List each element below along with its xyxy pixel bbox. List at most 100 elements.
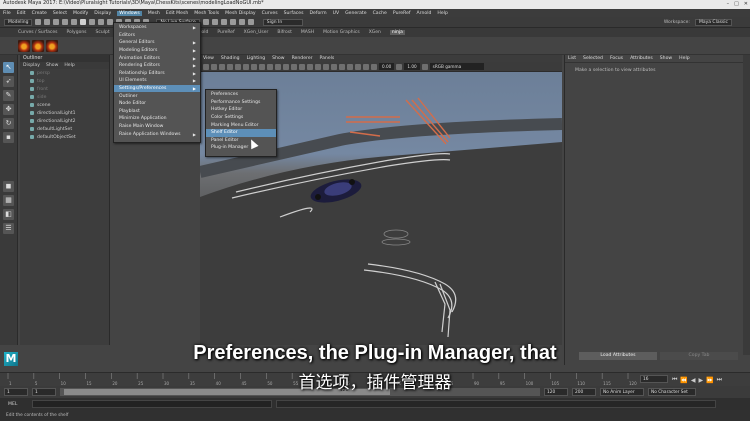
- xray-joints-icon[interactable]: [363, 63, 369, 70]
- shelf-tab-pureref[interactable]: PureRef: [217, 30, 234, 35]
- viewport-menu-lighting[interactable]: Lighting: [247, 56, 266, 61]
- menu-mesh-display[interactable]: Mesh Display: [225, 11, 256, 16]
- attribute-menu-list[interactable]: List: [568, 56, 576, 61]
- shelf-fire-icon-1[interactable]: [18, 39, 30, 52]
- scale-tool-icon[interactable]: ▪: [3, 132, 14, 143]
- menu-deform[interactable]: Deform: [310, 11, 327, 16]
- grid-icon[interactable]: [235, 63, 241, 70]
- mel-input[interactable]: [32, 400, 272, 408]
- windows-menu-item-raise-main-window[interactable]: Raise Main Window: [114, 123, 200, 131]
- menu-uv[interactable]: UV: [333, 11, 340, 16]
- shelf-tab-xgen-user[interactable]: XGen_User: [244, 30, 269, 35]
- image-plane-icon[interactable]: [227, 63, 233, 70]
- attribute-menu-help[interactable]: Help: [679, 56, 689, 61]
- outliner-item-defaultlightset[interactable]: defaultLightSet: [20, 125, 109, 133]
- open-scene-icon[interactable]: [44, 19, 51, 25]
- shelf-tab-ninja[interactable]: ninja: [389, 30, 405, 35]
- outliner-item-directionallight2[interactable]: directionalLight2: [20, 117, 109, 125]
- menu-cache[interactable]: Cache: [373, 11, 387, 16]
- menu-create[interactable]: Create: [32, 11, 47, 16]
- outliner-item-scene[interactable]: scene: [20, 101, 109, 109]
- outliner-item-persp[interactable]: persp: [20, 69, 109, 77]
- exposure-field[interactable]: 0.00: [379, 63, 395, 70]
- menu-arnold[interactable]: Arnold: [417, 11, 432, 16]
- field-chart-icon[interactable]: [267, 63, 273, 70]
- lights-icon[interactable]: [307, 63, 313, 70]
- outliner-menu-help[interactable]: Help: [64, 63, 74, 68]
- outliner-item-top[interactable]: top: [20, 77, 109, 85]
- resolution-gate-icon[interactable]: [251, 63, 257, 70]
- color-management-icon[interactable]: [421, 63, 428, 70]
- windows-menu-item-settings-preferences[interactable]: Settings/Preferences ▶: [114, 84, 200, 93]
- ambient-occlusion-icon[interactable]: [323, 63, 329, 70]
- shelf-fire-icon-2[interactable]: [32, 39, 44, 52]
- settings-menu-item-hotkey-editor[interactable]: Hotkey Editor: [206, 106, 276, 114]
- render-current-icon[interactable]: [202, 19, 209, 25]
- shelf-tab-mash[interactable]: MASH: [301, 30, 314, 35]
- shelf-tab-curves-surfaces[interactable]: Curves / Surfaces: [18, 30, 58, 35]
- move-tool-icon[interactable]: ✥: [3, 104, 14, 115]
- side-tabs-strip[interactable]: [743, 55, 750, 355]
- lasso-tool-icon[interactable]: ➶: [3, 76, 14, 87]
- two-view-icon[interactable]: ◧: [3, 209, 14, 220]
- windows-menu-item-general-editors[interactable]: General Editors ▶: [114, 39, 200, 47]
- isolate-select-icon[interactable]: [347, 63, 353, 70]
- undo-icon[interactable]: [62, 19, 69, 25]
- settings-menu-item-color-settings[interactable]: Color Settings: [206, 114, 276, 122]
- menu-edit-mesh[interactable]: Edit Mesh: [166, 11, 188, 16]
- select-tool-icon[interactable]: ↖: [3, 62, 14, 73]
- menu-windows[interactable]: Windows: [117, 10, 142, 16]
- outliner-item-directionallight1[interactable]: directionalLight1: [20, 109, 109, 117]
- viewport-menu-panels[interactable]: Panels: [320, 56, 335, 61]
- camera-icon[interactable]: [203, 63, 209, 70]
- windows-menu-item-editors[interactable]: Editors: [114, 32, 200, 40]
- windows-menu-item-ui-elements[interactable]: UI Elements ▶: [114, 77, 200, 85]
- windows-menu-item-relationship-editors[interactable]: Relationship Editors ▶: [114, 70, 200, 78]
- menu-mesh[interactable]: Mesh: [148, 11, 160, 16]
- menu-display[interactable]: Display: [94, 11, 111, 16]
- shelf-tab-motion-graphics[interactable]: Motion Graphics: [323, 30, 360, 35]
- textured-icon[interactable]: [299, 63, 305, 70]
- viewport-menu-view[interactable]: View: [203, 56, 214, 61]
- gamma-icon[interactable]: [396, 63, 403, 70]
- mode-dropdown[interactable]: Modeling: [4, 18, 33, 26]
- bookmark-icon[interactable]: [219, 63, 225, 70]
- viewport-menu-renderer[interactable]: Renderer: [292, 56, 313, 61]
- motion-blur-icon[interactable]: [331, 63, 337, 70]
- windows-menu-item-playblast[interactable]: Playblast: [114, 108, 200, 116]
- render-view-icon[interactable]: [238, 19, 245, 25]
- xray-icon[interactable]: [355, 63, 361, 70]
- shelf-tab-xgen[interactable]: XGen: [369, 30, 381, 35]
- single-view-icon[interactable]: ◼: [3, 181, 14, 192]
- close-icon[interactable]: ✕: [744, 1, 748, 7]
- minimize-icon[interactable]: –: [727, 1, 730, 7]
- redo-icon[interactable]: [71, 19, 78, 25]
- smooth-shade-icon[interactable]: [291, 63, 297, 70]
- menu-file[interactable]: File: [3, 11, 11, 16]
- attribute-menu-attributes[interactable]: Attributes: [630, 56, 653, 61]
- wireframe-icon[interactable]: [283, 63, 289, 70]
- gate-mask-icon[interactable]: [259, 63, 265, 70]
- windows-menu-item-minimize-application[interactable]: Minimize Application: [114, 115, 200, 123]
- outliner-menu-show[interactable]: Show: [46, 63, 58, 68]
- settings-menu-item-plug-in-manager[interactable]: Plug-in Manager: [206, 144, 276, 152]
- ipr-render-icon[interactable]: [211, 19, 218, 25]
- windows-menu-item-raise-application-windows[interactable]: Raise Application Windows ▶: [114, 130, 200, 138]
- select-object-icon[interactable]: [89, 19, 96, 25]
- paint-select-icon[interactable]: ✎: [3, 90, 14, 101]
- windows-menu-item-node-editor[interactable]: Node Editor: [114, 100, 200, 108]
- shelf-fire-icon-3[interactable]: [46, 39, 58, 52]
- workspace-dropdown[interactable]: Maya Classic: [694, 18, 732, 26]
- maximize-icon[interactable]: □: [734, 1, 739, 7]
- settings-menu-item-marking-menu-editor[interactable]: Marking Menu Editor: [206, 121, 276, 129]
- render-settings-icon[interactable]: [220, 19, 227, 25]
- outliner-item-front[interactable]: front: [20, 85, 109, 93]
- shelf-tab-sculpt[interactable]: Sculpt: [96, 30, 110, 35]
- viewport-menu-show[interactable]: Show: [272, 56, 284, 61]
- viewport-menu-shading[interactable]: Shading: [221, 56, 240, 61]
- menu-modify[interactable]: Modify: [73, 11, 88, 16]
- menu-mesh-tools[interactable]: Mesh Tools: [194, 11, 219, 16]
- menu-edit[interactable]: Edit: [17, 11, 26, 16]
- shadows-icon[interactable]: [315, 63, 321, 70]
- outliner-item-side[interactable]: side: [20, 93, 109, 101]
